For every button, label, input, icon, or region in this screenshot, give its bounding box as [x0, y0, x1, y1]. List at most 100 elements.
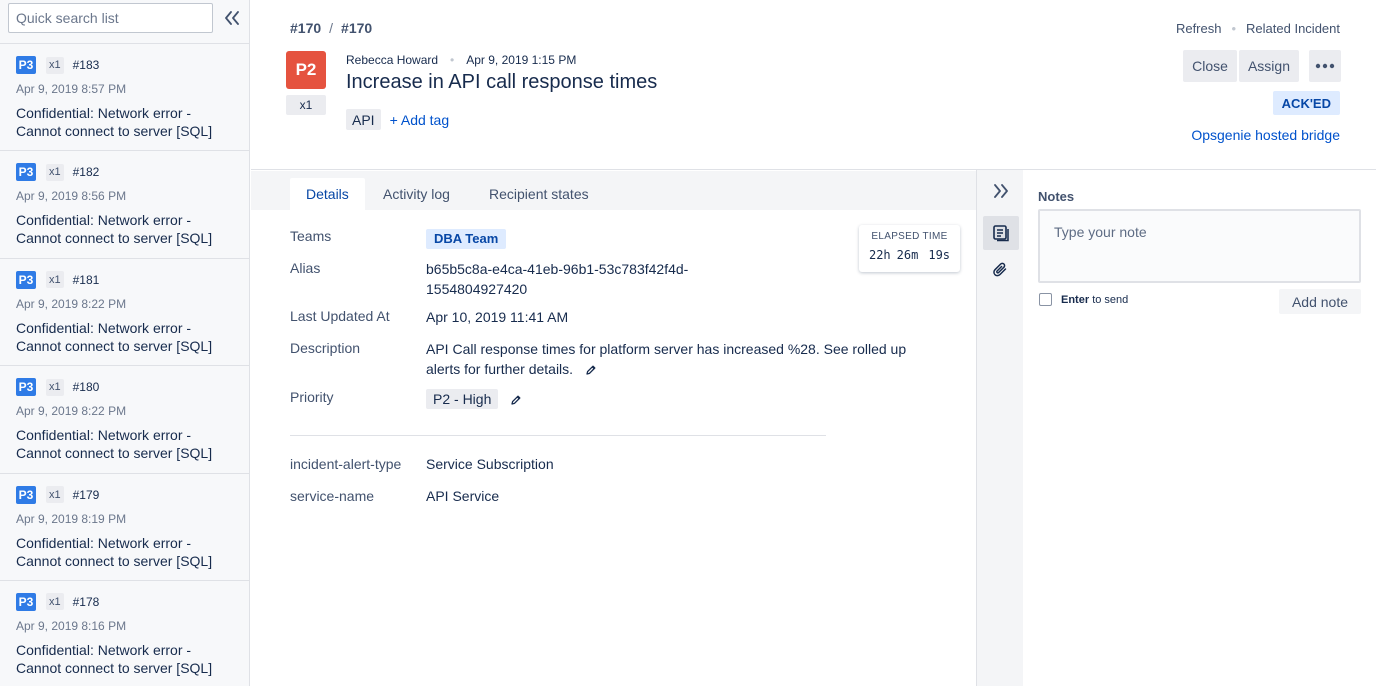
notes-title: Notes — [1038, 189, 1075, 204]
add-note-button[interactable]: Add note — [1279, 289, 1361, 314]
enter-to-send-row: Enter to send — [1039, 293, 1128, 306]
more-actions-button[interactable] — [1309, 50, 1341, 82]
notes-input-box — [1038, 209, 1361, 283]
close-button[interactable]: Close — [1183, 50, 1237, 82]
collapse-list-button[interactable] — [222, 8, 242, 28]
description-value: API Call response times for platform ser… — [426, 339, 906, 379]
details-panel: Teams DBA Team Alias b65b5c8a-e4ca-41eb-… — [251, 210, 976, 686]
alert-date: Apr 9, 2019 8:57 PM — [16, 82, 127, 96]
alert-date: Apr 9, 2019 8:22 PM — [16, 296, 127, 311]
double-chevron-left-icon — [225, 11, 239, 25]
alert-message: Confidential: Network error - Cannot con… — [16, 641, 213, 676]
elapsed-time-value: 22h 26m 19s — [859, 248, 960, 262]
alert-date: Apr 9, 2019 8:19 PM — [16, 511, 127, 526]
teams-value: DBA Team — [426, 228, 507, 249]
alert-message: Confidential: Network error - Cannot con… — [16, 319, 213, 354]
pencil-icon — [586, 365, 596, 375]
elapsed-hours: 22h — [868, 248, 891, 262]
alert-number: #179 — [72, 487, 100, 502]
teams-label: Teams — [290, 228, 332, 244]
edit-description-button[interactable] — [585, 364, 597, 376]
more-horizontal-icon — [1315, 63, 1335, 69]
alert-list-item[interactable]: P3 x1 #183 Apr 9, 2019 8:57 PM Confident… — [0, 43, 249, 150]
count-badge: x1 — [46, 486, 64, 504]
notes-tab-button[interactable] — [983, 216, 1019, 250]
hosted-bridge-link[interactable]: Opsgenie hosted bridge — [1191, 127, 1340, 143]
priority-badge: P3 — [16, 270, 36, 289]
paperclip-icon — [993, 262, 1007, 277]
description-line-2: alerts for further details. — [426, 361, 574, 377]
count-badge: x1 — [46, 593, 64, 611]
quick-search-box — [8, 3, 213, 33]
alert-date: Apr 9, 2019 8:22 PM — [16, 404, 127, 419]
team-chip[interactable]: DBA Team — [426, 229, 507, 249]
alert-list-item[interactable]: P3 x1 #178 Apr 9, 2019 8:16 PM Confident… — [0, 579, 249, 686]
refresh-link[interactable]: Refresh — [1176, 21, 1222, 36]
priority-badge-large[interactable]: P2 — [286, 51, 326, 89]
author-name: Rebecca Howard — [346, 53, 439, 67]
alert-date: Apr 9, 2019 8:56 PM — [16, 189, 127, 204]
breadcrumb: #170 / #170 — [290, 20, 372, 36]
count-badge: x1 — [46, 163, 64, 181]
description-line-1: API Call response times for platform ser… — [426, 341, 907, 357]
breadcrumb-item[interactable]: #170 — [341, 20, 372, 36]
elapsed-minutes: 26m — [896, 248, 919, 262]
enter-to-send-checkbox[interactable] — [1039, 293, 1052, 306]
alias-line-1: b65b5c8a-e4ca-41eb-96b1-53c783f42f4d- — [426, 261, 689, 277]
meta-separator: • — [450, 53, 455, 67]
pencil-icon — [511, 395, 521, 405]
priority-label: Priority — [290, 389, 334, 405]
enter-to-send-label: Enter to send — [1061, 294, 1128, 306]
attachments-tab-button[interactable] — [983, 253, 1019, 287]
alert-list-item[interactable]: P3 x1 #182 Apr 9, 2019 8:56 PM Confident… — [0, 150, 249, 257]
count-badge: x1 — [46, 378, 64, 396]
count-badge-large: x1 — [286, 95, 326, 115]
alert-list-item[interactable]: P3 x1 #180 Apr 9, 2019 8:22 PM Confident… — [0, 365, 249, 472]
header-links: Refresh • Related Incident — [1176, 21, 1340, 36]
alert-header: #170 / #170 P2 x1 Rebecca Howard • Apr 9… — [251, 0, 1376, 170]
enter-key-label: Enter — [1061, 293, 1090, 306]
priority-badge: P3 — [16, 163, 36, 182]
alert-number: #180 — [72, 380, 100, 395]
link-separator: • — [1231, 21, 1237, 36]
priority-badge: P3 — [16, 56, 36, 74]
add-tag-link[interactable]: + Add tag — [390, 112, 450, 128]
related-incident-link[interactable]: Related Incident — [1246, 21, 1340, 36]
double-chevron-right-icon — [994, 184, 1008, 198]
alert-list: P3 x1 #183 Apr 9, 2019 8:57 PM Confident… — [0, 43, 249, 686]
collapse-panel-button[interactable] — [983, 174, 1019, 208]
alert-number: #178 — [72, 594, 100, 609]
notes-input[interactable] — [1040, 211, 1359, 281]
tab-activity-log[interactable]: Activity log — [383, 178, 450, 210]
count-badge: x1 — [46, 56, 64, 74]
alias-line-2: 1554804927420 — [426, 281, 528, 297]
tab-bar: Details Activity log Recipient states — [251, 171, 976, 210]
alert-list-item[interactable]: P3 x1 #179 Apr 9, 2019 8:19 PM Confident… — [0, 472, 249, 580]
action-buttons: Close Assign — [1183, 50, 1341, 82]
priority-badge: P3 — [16, 592, 36, 611]
alert-message: Confidential: Network error - Cannot con… — [16, 105, 213, 139]
alert-list-sidebar: P3 x1 #183 Apr 9, 2019 8:57 PM Confident… — [0, 0, 250, 686]
last-updated-value: Apr 10, 2019 11:41 AM — [426, 309, 569, 325]
tag-chip[interactable]: API — [346, 109, 381, 130]
extra-field-value: API Service — [426, 488, 500, 504]
alert-message: Confidential: Network error - Cannot con… — [16, 427, 213, 462]
tab-details[interactable]: Details — [290, 178, 365, 210]
edit-priority-button[interactable] — [510, 394, 522, 406]
extra-field-key: service-name — [290, 488, 375, 504]
breadcrumb-item[interactable]: #170 — [290, 20, 321, 36]
tab-recipient-states[interactable]: Recipient states — [489, 178, 589, 210]
description-line-2-wrap: alerts for further details. — [426, 359, 906, 379]
elapsed-seconds: 19s — [928, 248, 951, 262]
alias-value: b65b5c8a-e4ca-41eb-96b1-53c783f42f4d- 15… — [426, 259, 688, 299]
description-label: Description — [290, 340, 361, 356]
assign-button[interactable]: Assign — [1238, 50, 1299, 82]
alert-number: #182 — [72, 165, 100, 180]
elapsed-time-label: ELAPSED TIME — [871, 231, 948, 242]
alert-title: Increase in API call response times — [346, 71, 658, 93]
enter-suffix-label: to send — [1092, 293, 1129, 306]
alert-message: Confidential: Network error - Cannot con… — [16, 534, 213, 569]
breadcrumb-separator: / — [329, 20, 334, 36]
quick-search-input[interactable] — [9, 4, 212, 32]
alert-list-item[interactable]: P3 x1 #181 Apr 9, 2019 8:22 PM Confident… — [0, 257, 249, 365]
